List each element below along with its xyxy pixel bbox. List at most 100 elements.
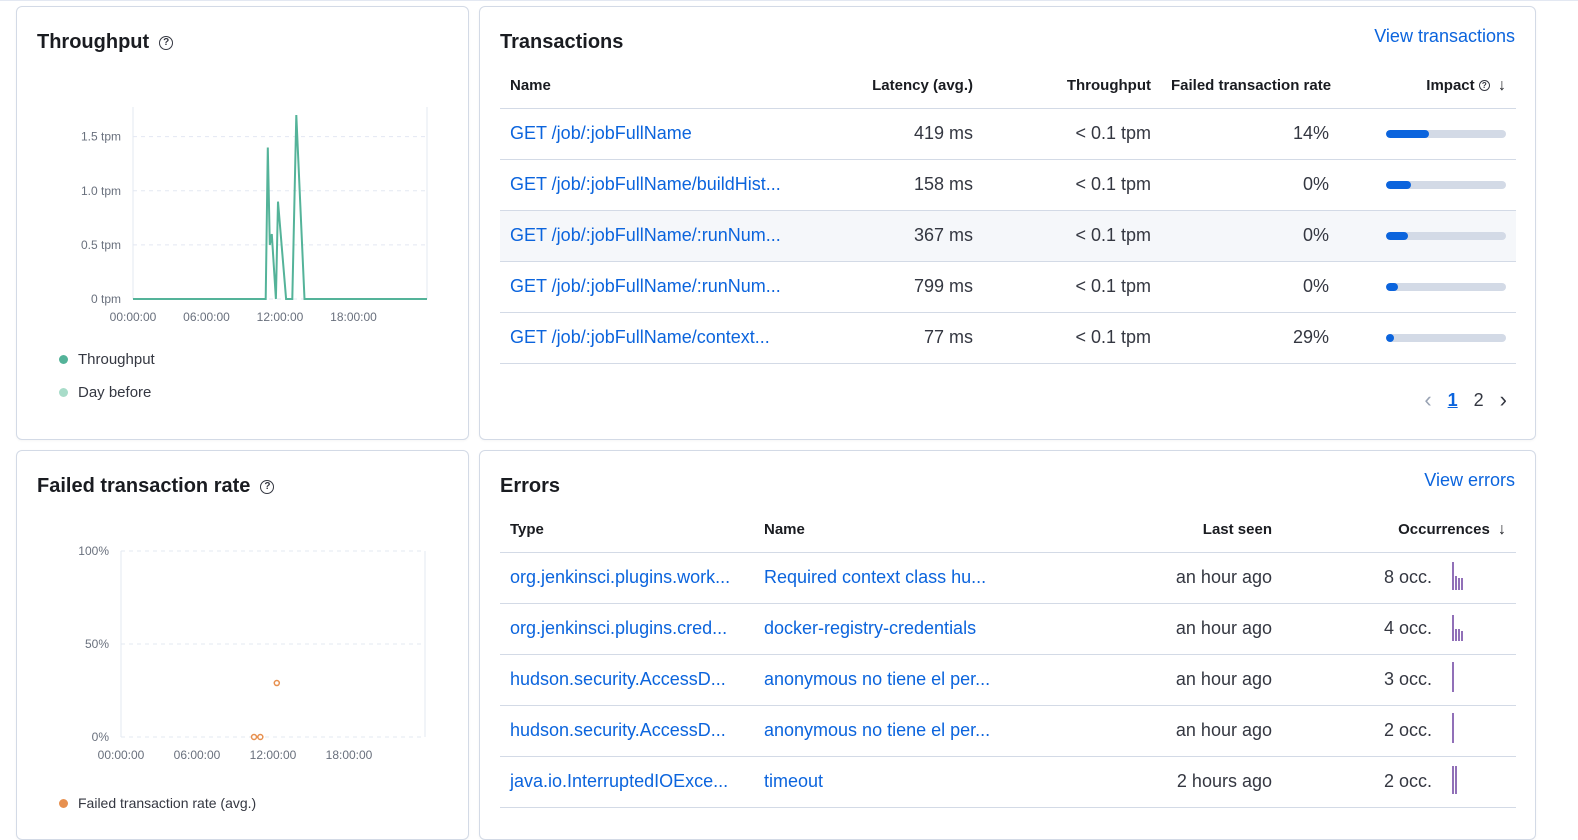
transaction-latency: 77 ms	[800, 312, 983, 364]
error-type-link[interactable]: hudson.security.AccessD...	[500, 654, 754, 706]
legend-day-before[interactable]: Day before	[59, 384, 151, 401]
error-last-seen: an hour ago	[1030, 552, 1282, 604]
page-1[interactable]: 1	[1448, 390, 1458, 411]
col-latency[interactable]: Latency (avg.)	[800, 64, 983, 109]
transaction-latency: 158 ms	[800, 159, 983, 211]
transaction-name-link[interactable]: GET /job/:jobFullName/context...	[500, 312, 800, 364]
error-name-link[interactable]: Required context class hu...	[754, 552, 1030, 604]
failed-title-wrap: Failed transaction rate ?	[37, 475, 275, 498]
transaction-failed-rate: 14%	[1161, 108, 1339, 160]
transaction-throughput: < 0.1 tpm	[983, 210, 1161, 262]
col-occurrences-wrap[interactable]: Occurrences ↓	[1282, 508, 1516, 553]
y-tick-label: 0 tpm	[91, 292, 121, 306]
col-impact-wrap[interactable]: Impact ? ↓	[1339, 64, 1516, 109]
occurrences-sparkline	[1452, 764, 1457, 794]
error-sparkline	[1442, 705, 1516, 757]
chevron-right-icon[interactable]: ›	[1500, 387, 1507, 413]
transaction-name-link[interactable]: GET /job/:jobFullName/:runNum...	[500, 210, 800, 262]
transaction-failed-rate: 0%	[1161, 210, 1339, 262]
table-row: GET /job/:jobFullName 419 ms < 0.1 tpm 14%	[500, 108, 1516, 160]
col-throughput[interactable]: Throughput	[983, 64, 1161, 109]
transaction-impact	[1339, 108, 1516, 160]
x-tick-label: 00:00:00	[110, 310, 157, 324]
x-tick-label: 06:00:00	[174, 748, 221, 762]
failed-rate-title: Failed transaction rate	[37, 475, 251, 497]
error-name-link[interactable]: anonymous no tiene el per...	[754, 705, 1030, 757]
transactions-title: Transactions	[500, 31, 624, 53]
impact-fill	[1386, 231, 1408, 240]
error-name-link[interactable]: timeout	[754, 756, 1030, 808]
impact-fill	[1386, 333, 1395, 342]
impact-bar	[1386, 180, 1506, 189]
error-occurrences: 2 occ.	[1282, 705, 1442, 757]
col-impact: Impact	[1426, 76, 1475, 94]
transaction-throughput: < 0.1 tpm	[983, 159, 1161, 211]
chevron-left-icon[interactable]: ‹	[1424, 387, 1431, 413]
x-tick-label: 06:00:00	[183, 310, 230, 324]
error-last-seen: an hour ago	[1030, 654, 1282, 706]
view-transactions-link[interactable]: View transactions	[1374, 26, 1515, 47]
y-tick-label: 100%	[78, 544, 109, 558]
col-last-seen[interactable]: Last seen	[1030, 508, 1282, 553]
failed-rate-chart: 100% 50% 0% 00:00:00 06:00:00 12:00:00 18:00:…	[78, 544, 426, 762]
error-name-link[interactable]: docker-registry-credentials	[754, 603, 1030, 655]
x-tick-label: 18:00:00	[330, 310, 377, 324]
col-failed-rate[interactable]: Failed transaction rate	[1161, 64, 1339, 109]
x-tick-label: 00:00:00	[98, 748, 145, 762]
y-tick-label: 50%	[85, 637, 109, 651]
occurrences-sparkline	[1452, 611, 1463, 641]
x-tick-label: 18:00:00	[326, 748, 373, 762]
sparkline-bar	[1452, 662, 1454, 692]
sparkline-bar	[1452, 615, 1454, 641]
transaction-name-link[interactable]: GET /job/:jobFullName/:runNum...	[500, 261, 800, 313]
sparkline-bar	[1455, 766, 1457, 794]
error-type-link[interactable]: java.io.InterruptedIOExce...	[500, 756, 754, 808]
x-tick-label: 12:00:00	[250, 748, 297, 762]
transaction-impact	[1339, 159, 1516, 211]
help-icon[interactable]: ?	[159, 35, 174, 50]
occurrences-sparkline	[1452, 713, 1454, 743]
legend-throughput-label: Throughput	[78, 351, 155, 368]
col-type[interactable]: Type	[500, 508, 754, 553]
legend-failed-rate[interactable]: Failed transaction rate (avg.)	[59, 795, 256, 811]
error-type-link[interactable]: hudson.security.AccessD...	[500, 705, 754, 757]
transaction-impact	[1339, 312, 1516, 364]
sparkline-bar	[1458, 629, 1460, 641]
transaction-name-link[interactable]: GET /job/:jobFullName	[500, 108, 800, 160]
y-tick-label: 0%	[92, 730, 110, 744]
transaction-throughput: < 0.1 tpm	[983, 261, 1161, 313]
col-error-name[interactable]: Name	[754, 508, 1030, 553]
y-tick-label: 1.5 tpm	[81, 130, 121, 144]
errors-panel: Errors View errors Type Name Last seen O…	[479, 450, 1536, 840]
page-2[interactable]: 2	[1474, 390, 1484, 411]
failed-rate-point	[273, 679, 281, 687]
sparkline-bar	[1461, 578, 1463, 590]
table-row: java.io.InterruptedIOExce... timeout 2 hou…	[500, 756, 1516, 808]
error-last-seen: 2 hours ago	[1030, 756, 1282, 808]
error-type-link[interactable]: org.jenkinsci.plugins.cred...	[500, 603, 754, 655]
transactions-header-row: Name Latency (avg.) Throughput Failed tr…	[500, 64, 1516, 109]
errors-header-row: Type Name Last seen Occurrences ↓	[500, 508, 1516, 553]
table-row: hudson.security.AccessD... anonymous no t…	[500, 705, 1516, 757]
error-type-link[interactable]: org.jenkinsci.plugins.work...	[500, 552, 754, 604]
help-icon[interactable]: ?	[260, 479, 275, 494]
error-sparkline	[1442, 756, 1516, 808]
col-name[interactable]: Name	[500, 64, 800, 109]
transaction-name-link[interactable]: GET /job/:jobFullName/buildHist...	[500, 159, 800, 211]
error-name-link[interactable]: anonymous no tiene el per...	[754, 654, 1030, 706]
impact-bar	[1386, 282, 1506, 291]
failed-rate-panel: Failed transaction rate ? 100% 50% 0% 00:0…	[16, 450, 469, 840]
help-icon[interactable]: ?	[1478, 80, 1490, 92]
transaction-throughput: < 0.1 tpm	[983, 312, 1161, 364]
table-row: org.jenkinsci.plugins.work... Required co…	[500, 552, 1516, 604]
error-sparkline	[1442, 552, 1516, 604]
throughput-title: Throughput	[37, 31, 150, 53]
errors-table: Type Name Last seen Occurrences ↓ org.je…	[500, 508, 1516, 808]
impact-bar	[1386, 129, 1506, 138]
error-occurrences: 2 occ.	[1282, 756, 1442, 808]
transaction-throughput: < 0.1 tpm	[983, 108, 1161, 160]
sort-desc-icon: ↓	[1498, 520, 1506, 538]
view-errors-link[interactable]: View errors	[1424, 470, 1515, 491]
table-row: hudson.security.AccessD... anonymous no t…	[500, 654, 1516, 706]
legend-throughput[interactable]: Throughput	[59, 351, 155, 368]
